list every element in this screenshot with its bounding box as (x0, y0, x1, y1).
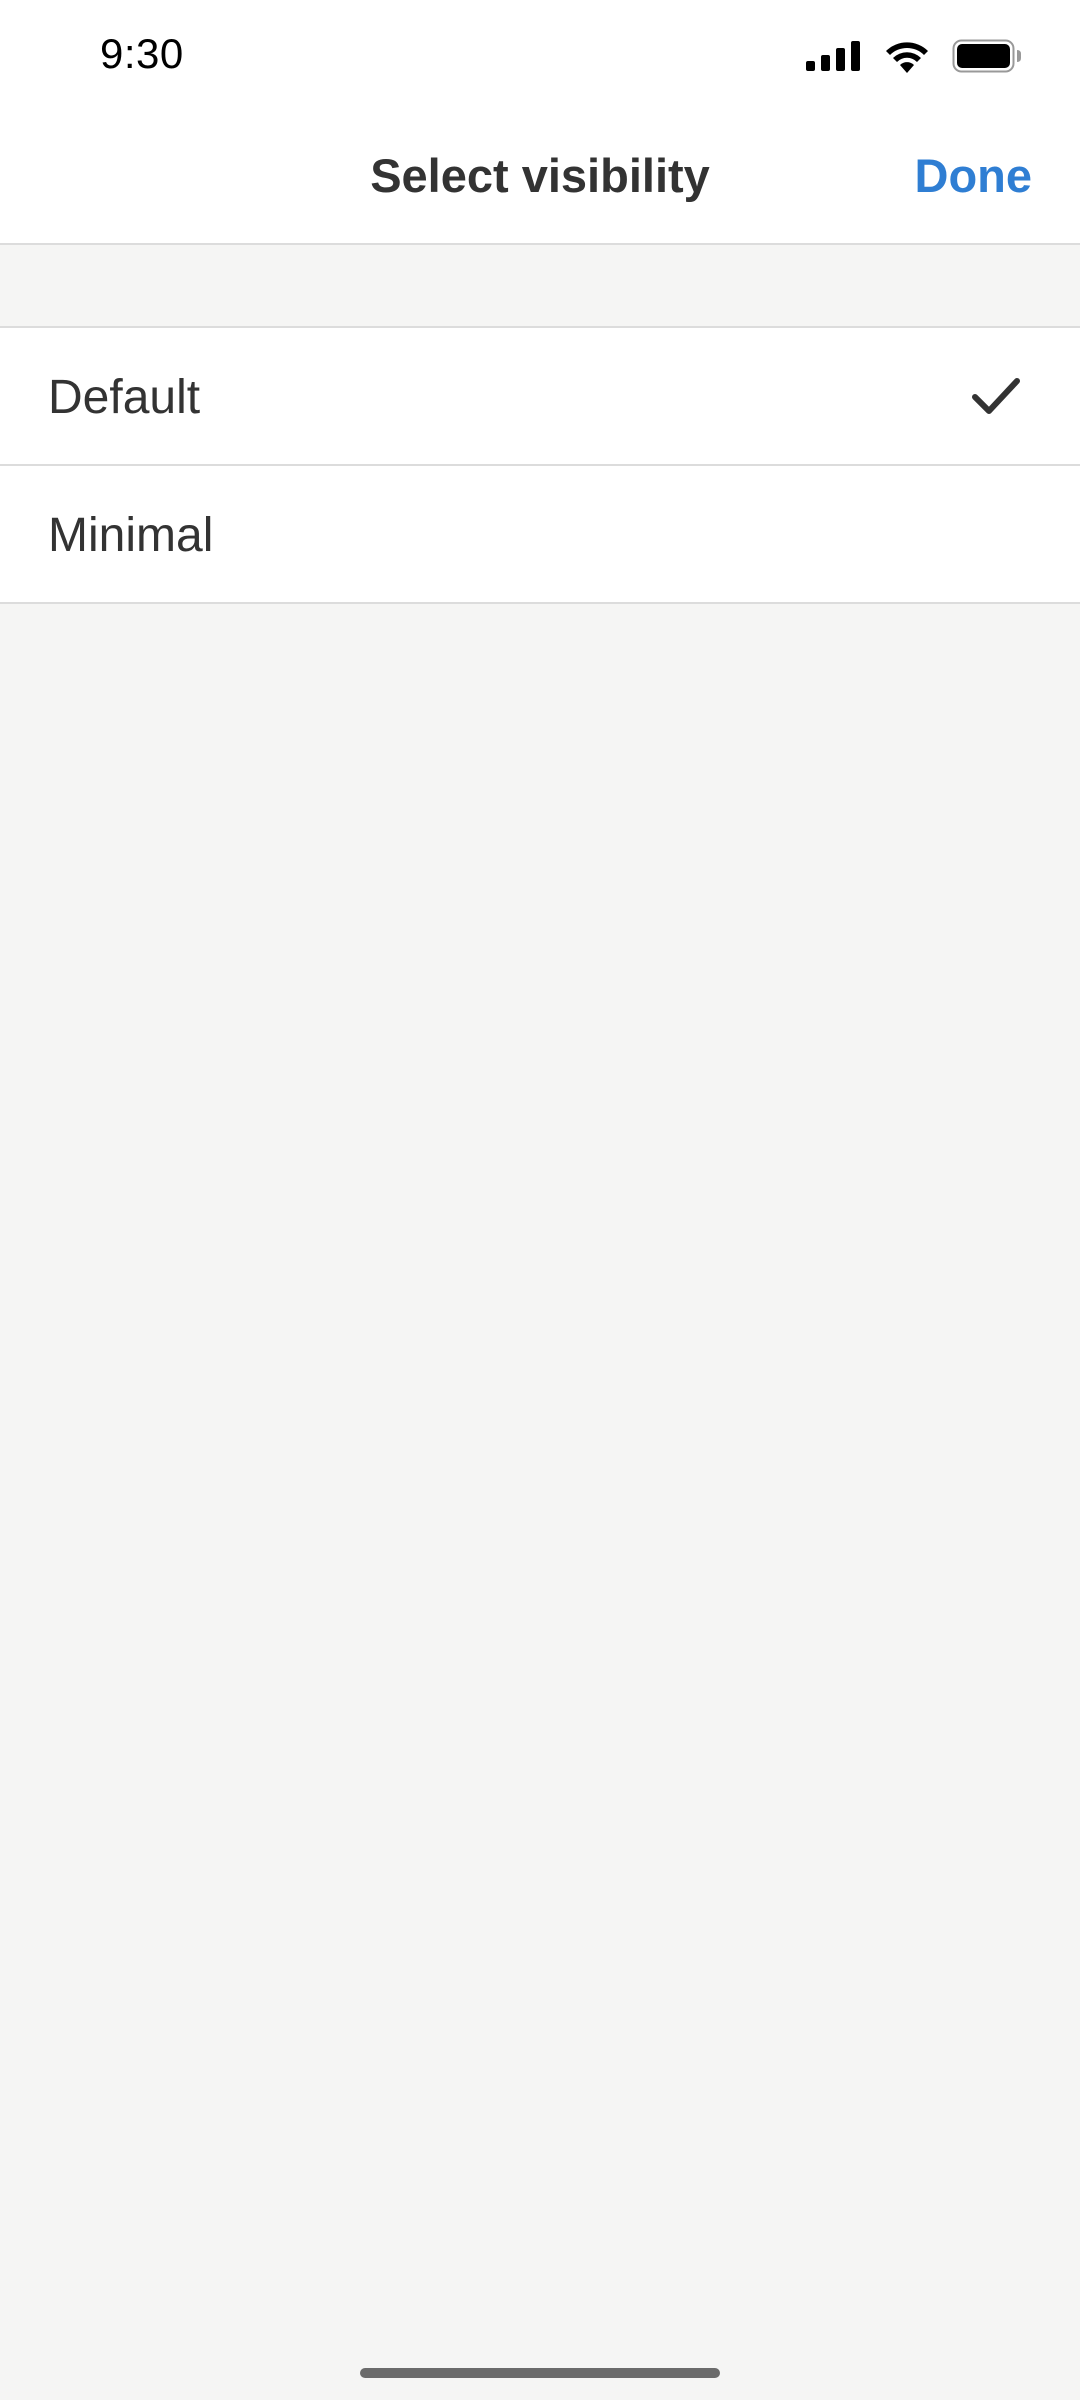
visibility-options-list: Default Minimal (0, 326, 1080, 604)
status-time: 9:30 (100, 30, 184, 77)
wifi-icon (886, 42, 928, 73)
checkmark-icon (972, 378, 1020, 414)
cellular-signal-icon (806, 41, 860, 71)
home-indicator[interactable] (360, 2368, 720, 2378)
option-label: Minimal (48, 509, 214, 562)
option-default[interactable]: Default (0, 328, 1080, 466)
option-label: Default (48, 371, 201, 424)
option-minimal[interactable]: Minimal (0, 466, 1080, 604)
status-bar: 9:30 (0, 0, 1080, 112)
done-button[interactable]: Done (915, 148, 1033, 203)
status-icons (806, 36, 1022, 76)
navigation-bar: Select visibility Done (0, 112, 1080, 245)
battery-icon (952, 39, 1021, 73)
